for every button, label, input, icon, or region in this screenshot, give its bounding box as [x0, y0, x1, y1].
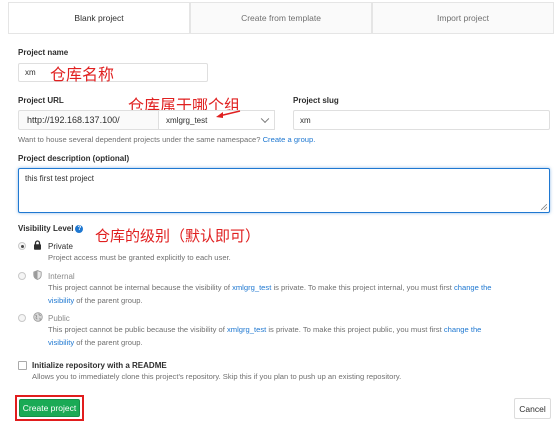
- readme-desc: Allows you to immediately clone this pro…: [32, 372, 402, 381]
- description-value: this first test project: [25, 174, 94, 183]
- lock-icon: [34, 240, 41, 250]
- project-url-label: Project URL: [18, 96, 64, 105]
- project-name-label: Project name: [18, 48, 69, 57]
- description-label: Project description (optional): [18, 154, 130, 163]
- public-desc-post: of the parent group.: [76, 337, 143, 347]
- internal-change-link-a[interactable]: change the: [454, 283, 492, 292]
- project-url-prefix-text: http://192.168.137.100/: [27, 115, 120, 125]
- public-change-link-b[interactable]: visibility: [48, 338, 74, 347]
- visibility-public-title: Public: [48, 314, 70, 323]
- readme-checkbox[interactable]: [18, 361, 27, 370]
- create-project-button[interactable]: Create project: [19, 399, 80, 417]
- project-slug-label: Project slug: [293, 96, 339, 105]
- visibility-internal-desc: This project cannot be internal because …: [48, 282, 548, 307]
- visibility-public-desc: This project cannot be public because th…: [48, 324, 548, 349]
- internal-change-link-b[interactable]: visibility: [48, 296, 74, 305]
- visibility-label: Visibility Level?: [18, 224, 84, 233]
- create-group-link[interactable]: Create a group.: [263, 135, 316, 144]
- tab-blank-project[interactable]: Blank project: [8, 2, 190, 33]
- internal-desc-pre: This project cannot be internal because …: [48, 283, 230, 292]
- namespace-help: Want to house several dependent projects…: [18, 135, 315, 144]
- visibility-private-radio[interactable]: [18, 242, 26, 250]
- public-group-link[interactable]: xmlgrg_test: [227, 325, 266, 334]
- shield-icon: [33, 270, 42, 280]
- annotation-visibility: 仓库的级别（默认即可）: [95, 227, 261, 245]
- internal-desc-mid: is private. To make this project interna…: [273, 283, 452, 292]
- project-url-prefix: http://192.168.137.100/: [18, 110, 159, 130]
- namespace-help-text: Want to house several dependent projects…: [18, 135, 261, 144]
- cancel-button[interactable]: Cancel: [514, 398, 551, 419]
- description-textarea[interactable]: this first test project: [18, 168, 550, 213]
- public-desc-pre: This project cannot be public because th…: [48, 325, 225, 334]
- public-change-link-a[interactable]: change the: [444, 325, 482, 334]
- visibility-label-text: Visibility Level: [18, 224, 74, 233]
- project-name-value: xm: [25, 68, 36, 77]
- internal-group-link[interactable]: xmlgrg_test: [232, 283, 271, 292]
- visibility-internal-title: Internal: [48, 272, 75, 281]
- visibility-private-title: Private: [48, 242, 73, 251]
- public-desc-mid: is private. To make this project public,…: [268, 325, 442, 334]
- internal-desc-post: of the parent group.: [76, 295, 143, 305]
- visibility-private-desc: Project access must be granted explicitl…: [48, 253, 231, 262]
- resize-handle-icon[interactable]: [541, 204, 547, 210]
- project-slug-value: xm: [300, 115, 311, 125]
- annotation-arrow: [216, 110, 241, 118]
- annotation-name: 仓库名称: [50, 65, 115, 84]
- tab-create-from-template[interactable]: Create from template: [190, 2, 372, 33]
- globe-icon: [33, 312, 43, 322]
- readme-label: Initialize repository with a README: [32, 361, 167, 370]
- project-slug-input[interactable]: xm: [293, 110, 550, 130]
- chevron-down-icon: [260, 114, 270, 124]
- visibility-internal-radio[interactable]: [18, 272, 26, 280]
- project-tabs: Blank project Create from template Impor…: [8, 2, 554, 34]
- tab-import-project[interactable]: Import project: [372, 2, 554, 33]
- question-icon[interactable]: ?: [75, 224, 84, 233]
- visibility-public-radio[interactable]: [18, 314, 26, 322]
- namespace-value: xmlgrg_test: [166, 115, 208, 125]
